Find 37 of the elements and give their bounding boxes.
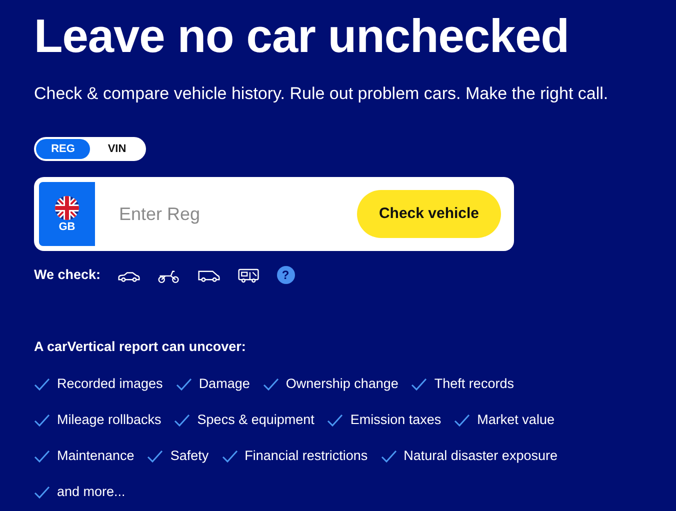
check-icon bbox=[147, 450, 164, 462]
check-icon bbox=[327, 414, 344, 426]
help-button[interactable]: ? bbox=[276, 266, 295, 284]
check-icon bbox=[34, 414, 50, 426]
we-check-label: We check: bbox=[34, 266, 101, 284]
feature-label: Financial restrictions bbox=[244, 446, 368, 465]
check-icon bbox=[34, 486, 50, 498]
feature-label: Specs & equipment bbox=[197, 410, 314, 429]
reg-input[interactable]: Enter Reg bbox=[119, 200, 357, 228]
flag-icon bbox=[55, 196, 79, 220]
check-icon bbox=[380, 450, 397, 462]
check-icon bbox=[222, 450, 238, 462]
report-heading: A carVertical report can uncover: bbox=[34, 338, 246, 356]
check-icon bbox=[34, 450, 50, 462]
check-icon bbox=[34, 378, 50, 390]
page-subtitle: Check & compare vehicle history. Rule out problem cars. Make the right call. bbox=[34, 83, 608, 105]
feature-label: Ownership change bbox=[286, 374, 398, 393]
check-icon bbox=[262, 378, 279, 390]
feature-label: Maintenance bbox=[57, 446, 134, 465]
feature-label: Safety bbox=[170, 446, 209, 465]
mode-tab[interactable]: REG bbox=[36, 139, 90, 159]
check-icon bbox=[176, 378, 192, 390]
feature-label: Market value bbox=[477, 410, 554, 429]
check-icon bbox=[411, 378, 428, 390]
camper-icon bbox=[236, 266, 261, 284]
feature-label: Natural disaster exposure bbox=[404, 446, 558, 465]
country-code: GB bbox=[58, 222, 76, 232]
feature-label: Theft records bbox=[434, 374, 514, 393]
feature-label: Mileage rollbacks bbox=[57, 410, 162, 429]
check-vehicle-button[interactable]: Check vehicle bbox=[357, 190, 501, 238]
check-icon bbox=[174, 414, 190, 426]
page-title: Leave no car unchecked bbox=[34, 8, 569, 64]
feature-label: and more... bbox=[57, 482, 126, 501]
feature-label: Recorded images bbox=[57, 374, 163, 393]
feature-label: Emission taxes bbox=[350, 410, 442, 429]
feature-label: Damage bbox=[198, 374, 250, 393]
check-icon bbox=[454, 414, 470, 426]
